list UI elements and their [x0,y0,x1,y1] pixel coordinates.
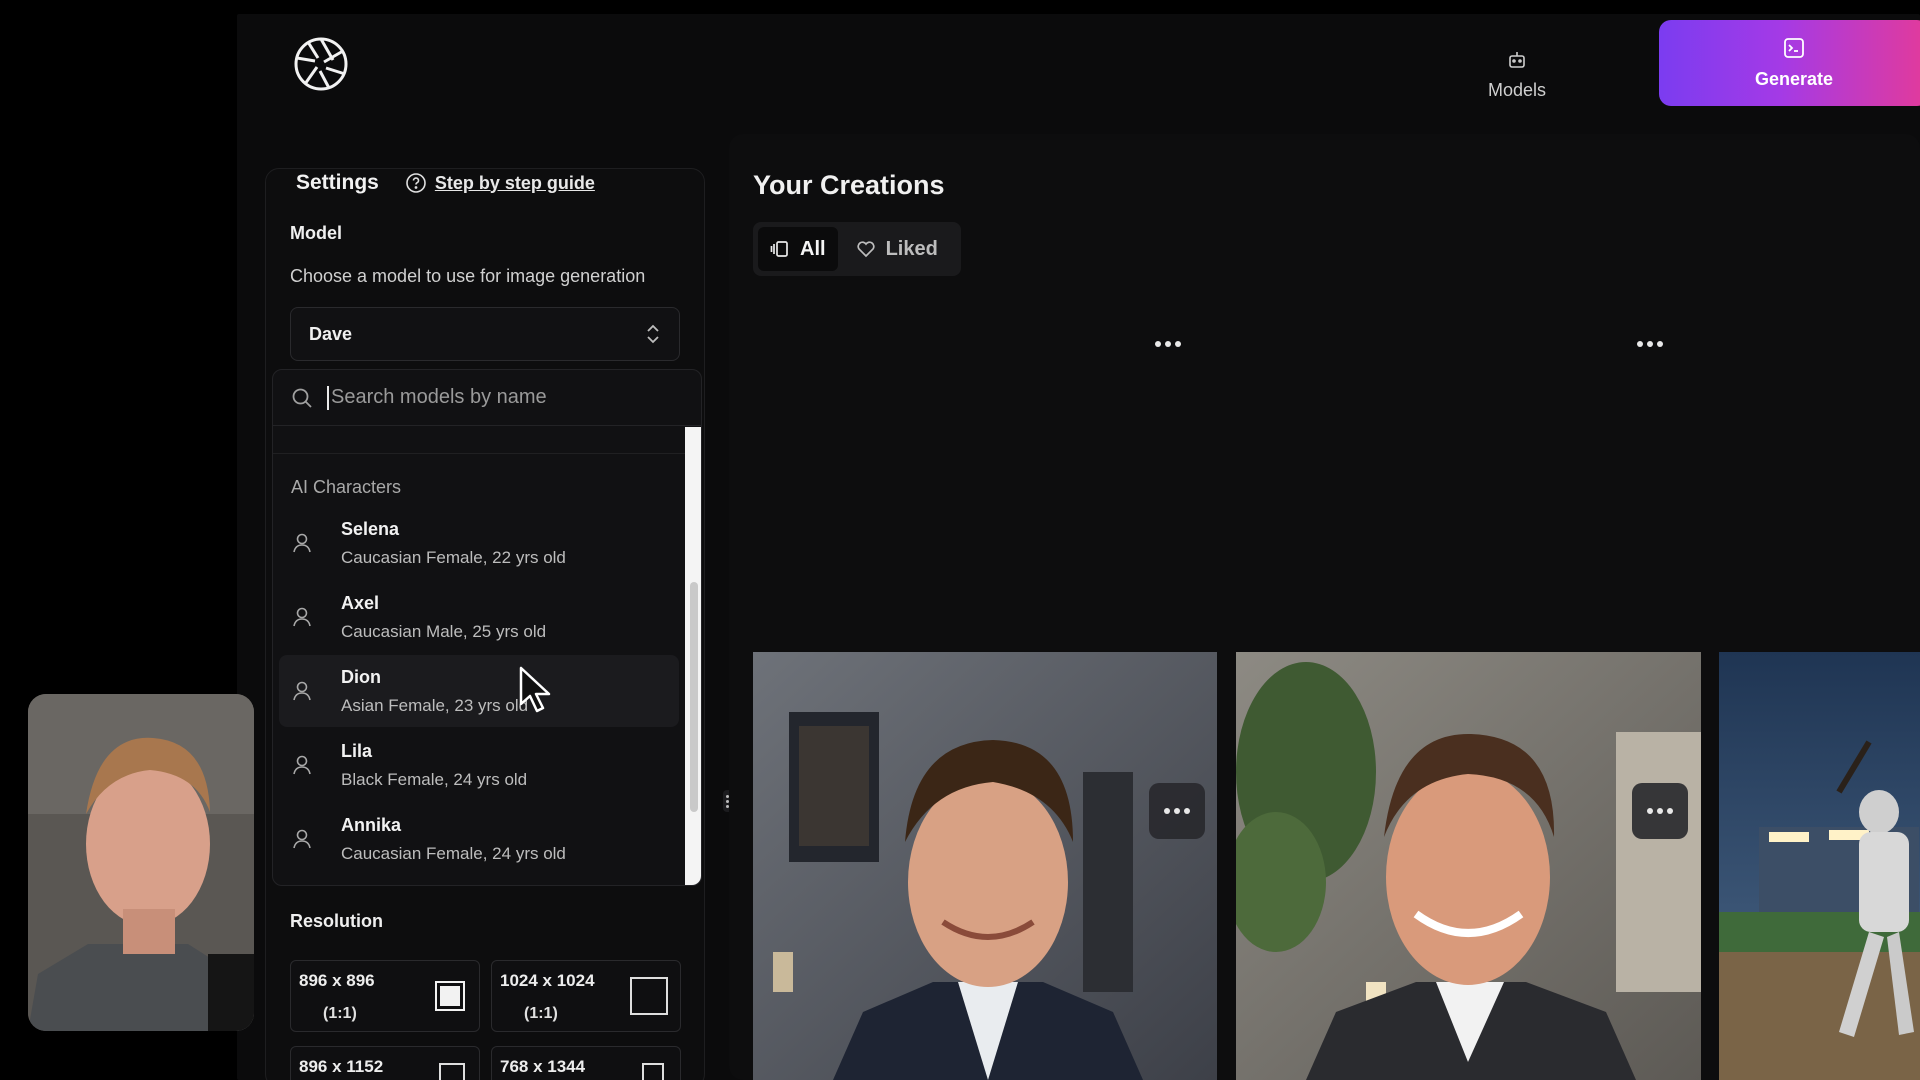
nav-models-button[interactable]: Models [1467,30,1567,120]
search-icon [292,388,312,408]
nav-generate-label: Generate [1754,68,1834,89]
model-dropdown: AI Characters Selena Caucasian Female, 22… [272,369,702,886]
resolution-size: 896 x 896 [299,971,375,990]
creations-title: Your Creations [753,170,945,200]
list-item-axel[interactable]: Axel Caucasian Male, 25 yrs old [279,581,679,653]
creation-image-1[interactable] [753,652,1217,1080]
filter-tab-liked[interactable]: Liked [844,227,950,271]
settings-header: Settings Step by step guide [296,171,595,195]
user-icon [291,606,331,628]
resolution-label: Resolution [290,911,383,931]
creation-image-3[interactable] [1719,652,1920,1080]
character-name: Dion [341,666,381,687]
square-aspect-icon [630,977,668,1015]
character-name: Lila [341,740,373,761]
character-name: Axel [341,592,380,613]
list-item-selena[interactable]: Selena Caucasian Female, 22 yrs old [279,507,679,579]
resolution-size: 896 x 1152 [299,1057,384,1076]
list-item-lila[interactable]: Lila Black Female, 24 yrs old [279,729,679,801]
resolution-ratio: (1:1) [524,1005,558,1022]
aperture-logo-icon[interactable] [293,36,349,92]
nav-generate-button[interactable]: Generate [1659,20,1920,106]
text-cursor [327,385,329,410]
list-divider [273,453,685,454]
character-description: Caucasian Male, 25 yrs old [341,621,547,641]
settings-panel: Settings Step by step guide Model Choose… [265,168,705,1080]
search-row [273,370,701,426]
group-label-ai-characters: AI Characters [291,477,402,497]
resolution-option-896x896[interactable]: 896 x 896 (1:1) [290,960,480,1032]
resolution-option-768x1344[interactable]: 768 x 1344 [491,1046,681,1080]
character-name: Selena [341,518,400,539]
character-description: Caucasian Female, 24 yrs old [341,843,566,863]
user-icon [291,680,331,702]
creations-filter-tabs: All Liked [753,222,961,276]
mouse-pointer-icon [519,666,551,713]
character-description: Asian Female, 23 yrs old [341,695,529,715]
filter-all-label: All [800,237,826,260]
character-description: Black Female, 24 yrs old [341,769,528,789]
list-item-dion[interactable]: Dion Asian Female, 23 yrs old [279,655,679,727]
gallery-icon [770,241,788,257]
resolution-size: 768 x 1344 [500,1057,586,1076]
square-aspect-icon [435,981,465,1011]
resolution-option-896x1152[interactable]: 896 x 1152 [290,1046,480,1080]
more-options-button[interactable] [1632,783,1688,839]
more-options-button[interactable] [1622,316,1678,372]
model-select[interactable]: Dave [290,307,680,361]
model-section-label: Model [290,223,342,243]
heart-icon [856,241,875,258]
creations-panel: Your Creations All Liked [729,134,1920,1080]
character-name: Annika [341,814,402,835]
nav-models-label: Models [1487,79,1547,100]
resolution-option-1024x1024[interactable]: 1024 x 1024 (1:1) [491,960,681,1032]
user-icon [291,828,331,850]
resolution-ratio: (1:1) [323,1005,357,1022]
chevron-up-down-icon [647,324,659,344]
selected-model-value: Dave [309,323,353,344]
more-options-button[interactable] [1149,783,1205,839]
help-circle-icon [406,173,426,193]
robot-icon [1509,51,1525,68]
webcam-overlay [28,694,254,1031]
user-icon [291,754,331,776]
user-icon [291,532,331,554]
resolution-size: 1024 x 1024 [500,971,595,990]
creation-image-2[interactable] [1236,652,1701,1080]
character-description: Caucasian Female, 22 yrs old [341,547,566,567]
list-item-annika[interactable]: Annika Caucasian Female, 24 yrs old [279,803,679,875]
scrollbar-thumb[interactable] [690,582,698,812]
tall-portrait-aspect-icon [642,1063,664,1080]
settings-title: Settings [296,171,379,194]
model-description: Choose a model to use for image generati… [290,266,646,286]
step-by-step-guide-link[interactable]: Step by step guide [405,172,595,194]
top-bar: Models Generate [237,14,1920,124]
guide-label: Step by step guide [434,172,595,193]
filter-tab-all[interactable]: All [758,227,838,271]
more-options-button[interactable] [1140,316,1196,372]
model-list[interactable]: AI Characters Selena Caucasian Female, 22… [273,427,685,885]
app-window: Models Generate Settings Step by step gu… [237,14,1920,1080]
terminal-square-icon [1784,37,1804,58]
dropdown-scrollbar[interactable] [685,427,701,885]
search-models-input[interactable] [331,386,661,409]
filter-liked-label: Liked [885,237,938,260]
portrait-aspect-icon [439,1063,465,1080]
